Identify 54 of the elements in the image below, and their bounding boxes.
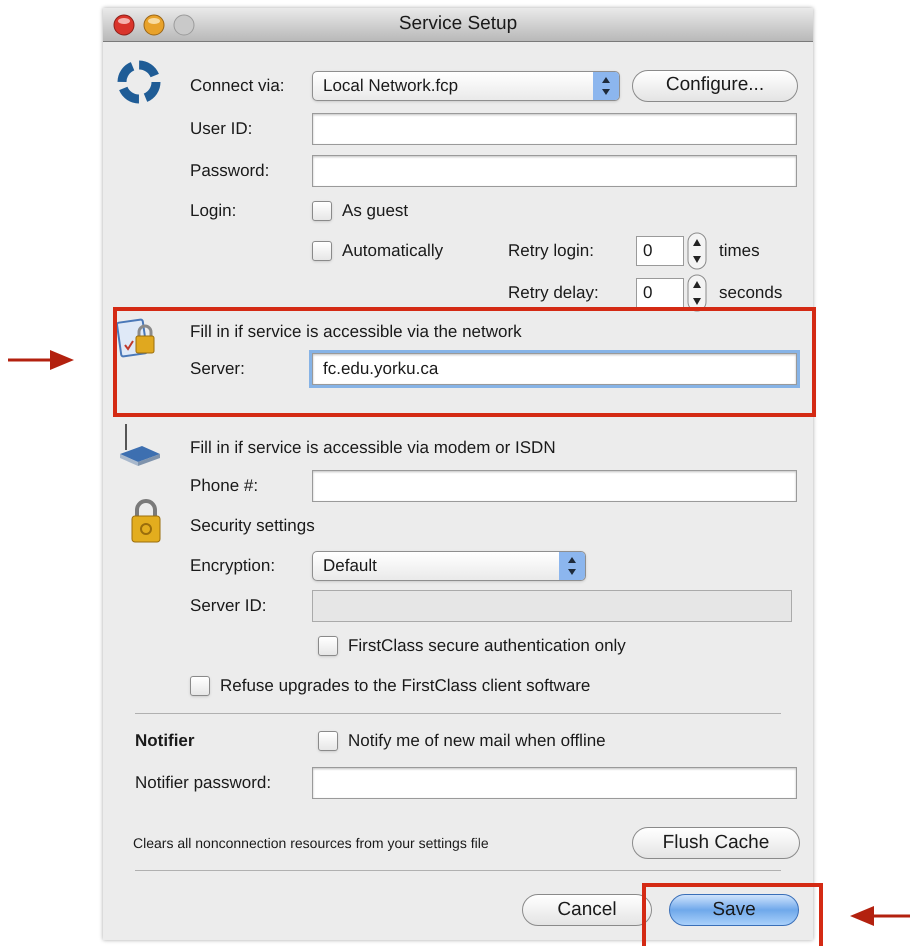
- phone-field[interactable]: [312, 470, 797, 502]
- dialog-button[interactable]: Flush Cache: [632, 827, 800, 859]
- field-label: Connect via:: [190, 74, 286, 97]
- field-label: Password:: [190, 160, 270, 182]
- field-label: Server ID:: [190, 595, 268, 618]
- checkbox-label: FirstClass secure authentication only: [348, 635, 626, 658]
- field-label: Retry delay:: [508, 282, 600, 304]
- unit-label: times: [719, 240, 761, 262]
- ring-logo-icon: [117, 58, 161, 106]
- field-label: Notifier password:: [135, 772, 272, 794]
- section-heading: Notifier: [135, 730, 196, 752]
- save-button[interactable]: Save: [669, 894, 799, 926]
- checkbox-label: Refuse upgrades to the FirstClass client software: [220, 675, 590, 698]
- checkbox-label: As guest: [342, 200, 408, 222]
- dialog-button[interactable]: Cancel: [522, 894, 652, 926]
- dialog-button[interactable]: Configure...: [632, 70, 798, 102]
- checkbox[interactable]: [312, 241, 332, 261]
- section-heading: Fill in if service is accessible via the network: [190, 320, 522, 343]
- router-icon: [118, 422, 162, 468]
- server-field[interactable]: fc.edu.yorku.ca: [312, 353, 797, 385]
- field-label: User ID:: [190, 118, 254, 140]
- arrow-icon: [850, 904, 910, 928]
- password-field[interactable]: [312, 155, 797, 187]
- stepper-icon[interactable]: [687, 232, 707, 270]
- unit-label: seconds: [719, 282, 784, 304]
- zoom-icon[interactable]: [173, 14, 195, 36]
- close-icon[interactable]: [113, 14, 135, 36]
- section-heading: Fill in if service is accessible via modem or ISDN: [190, 437, 556, 460]
- field-label: Phone #:: [190, 475, 260, 498]
- number-field[interactable]: 0: [636, 236, 684, 266]
- field-label: Retry login:: [508, 240, 595, 262]
- checkbox[interactable]: [190, 676, 210, 696]
- user-id-field[interactable]: [312, 113, 797, 145]
- checkbox-label: Notify me of new mail when offline: [348, 730, 606, 752]
- cache-description: Clears all nonconnection resources from your settings file: [133, 834, 490, 853]
- checkbox[interactable]: [318, 731, 338, 751]
- arrow-icon: [8, 348, 74, 372]
- checkbox[interactable]: [318, 636, 338, 656]
- checkbox-label: Automatically: [342, 240, 444, 262]
- padlock-icon: [130, 498, 162, 544]
- encryption-dropdown[interactable]: Default: [312, 551, 586, 581]
- field-label: Encryption:: [190, 555, 276, 578]
- field-label: Login:: [190, 200, 238, 222]
- checkbox[interactable]: [312, 200, 332, 220]
- connection-dropdown[interactable]: Local Network.fcp: [312, 70, 620, 100]
- field-label: Server:: [190, 358, 246, 380]
- notifier-password-field[interactable]: [312, 767, 797, 799]
- section-heading: Security settings: [190, 515, 315, 538]
- window-title: Service Setup: [398, 12, 518, 36]
- minimize-icon[interactable]: [143, 14, 165, 36]
- stepper-arrows-icon: [593, 72, 619, 100]
- number-field[interactable]: 0: [636, 278, 684, 308]
- stepper-icon[interactable]: [687, 274, 707, 312]
- stepper-arrows-icon: [559, 552, 585, 580]
